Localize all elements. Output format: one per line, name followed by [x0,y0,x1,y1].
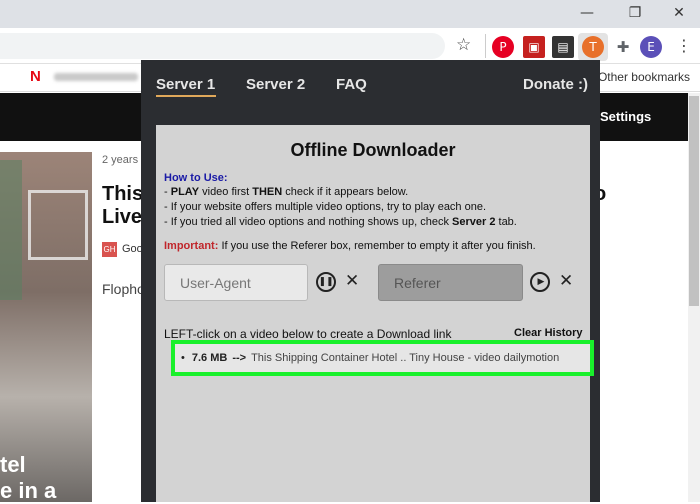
donate-link[interactable]: Donate :) [523,76,588,93]
tab-server-2[interactable]: Server 2 [246,76,305,93]
address-input[interactable] [0,33,445,59]
instruction-text: - [164,186,171,198]
pause-icon[interactable]: ❚❚ [316,272,336,292]
instruction-line-2: - If your website offers multiple video … [164,201,486,213]
instruction-text: - If your website offers multiple video … [164,201,487,213]
photo-cactus [0,160,22,300]
source-badge: GH [102,242,117,257]
photo-caption-line-1: tel [0,452,26,477]
instruction-bold: THEN [252,186,283,198]
screen-capture-icon[interactable]: ▤ [552,36,574,58]
article-author: Flopho [102,281,145,297]
instruction-bold: Server 2 [452,216,496,228]
left-click-instruction: LEFT-click on a video below to create a … [164,327,452,341]
puzzle-icon[interactable]: ✚ [612,36,634,58]
menu-icon[interactable]: ⋮ [676,36,692,55]
downloader-extension-icon[interactable]: T [582,36,604,58]
instruction-line-3: - If you tried all video options and not… [164,216,517,228]
video-title: This Shipping Container Hotel .. Tiny Ho… [251,352,560,364]
instruction-text: - If you tried all video options and not… [164,216,453,228]
instruction-text: check if it appears below. [282,186,409,198]
source-name: Goo [122,243,143,255]
user-agent-input[interactable]: User-Agent [164,264,308,301]
important-text: If you use the Referer box, remember to … [218,240,536,252]
restore-button[interactable]: ❐ [612,2,658,24]
referer-input[interactable]: Referer [378,264,523,301]
close-window-button[interactable]: ✕ [656,2,700,24]
pdf-icon[interactable]: ▣ [523,36,545,58]
article-title-line-1: This [102,183,144,205]
instruction-line-1: - PLAY video first THEN check if it appe… [164,186,408,198]
instruction-bold: PLAY [170,186,200,198]
list-bullet: • [181,352,185,364]
photo-caption: tel e in a [0,452,56,504]
tab-faq[interactable]: FAQ [336,76,367,93]
instruction-text: tab. [495,216,517,228]
clear-history-button[interactable]: Clear History [514,327,582,339]
active-tab-underline [156,95,216,97]
clear-referer-icon[interactable]: ✕ [559,271,573,291]
netflix-bookmark-icon[interactable]: N [30,68,41,85]
article-title-line-2: Live [102,206,143,228]
pinterest-icon[interactable]: P [492,36,514,58]
tab-server-1[interactable]: Server 1 [156,76,215,93]
instruction-text: video first [199,186,253,198]
bookmark-star-icon[interactable]: ☆ [456,35,471,55]
panel-title: Offline Downloader [290,140,456,160]
minimize-button[interactable]: — [564,2,610,24]
photo-caption-line-2: e in a [0,478,57,503]
play-icon[interactable]: ▶ [530,272,550,292]
toolbar-divider [485,34,486,58]
site-settings-link[interactable]: Settings [600,109,651,124]
photo-window [28,190,88,260]
clear-user-agent-icon[interactable]: ✕ [345,271,359,291]
video-arrow: --> [232,352,247,364]
profile-avatar[interactable]: E [640,36,662,58]
video-size: 7.6 MB [191,352,228,364]
important-label: Important: [164,240,219,252]
video-list-item[interactable]: • 7.6 MB --> This Shipping Container Hot… [171,340,594,376]
page-scrollbar-thumb[interactable] [689,96,699,306]
other-bookmarks-link[interactable]: Other bookmarks [598,70,690,84]
blurred-bookmark[interactable] [54,73,138,81]
important-note: Important: If you use the Referer box, r… [164,240,536,252]
article-title[interactable]: This Live [102,183,144,229]
how-to-heading: How to Use: [164,172,228,184]
